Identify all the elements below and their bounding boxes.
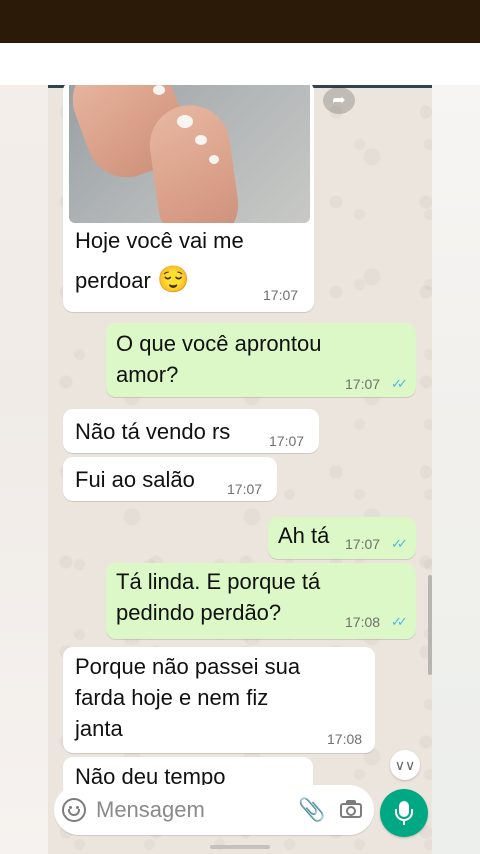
message-outgoing[interactable]: Tá linda. E porque tá pedindo perdão? 17…: [106, 563, 416, 639]
status-bar: [0, 0, 480, 43]
read-receipt-icon: ✓✓: [391, 376, 408, 391]
message-outgoing[interactable]: O que você aprontou amor? 17:07 ✓✓: [106, 323, 416, 397]
message-time: 17:07: [269, 433, 305, 449]
message-text: farda hoje e nem fiz: [75, 685, 269, 710]
message-text: Hoje você vai me: [75, 228, 244, 253]
message-text: perdoar 😌: [75, 264, 189, 296]
message-incoming-image[interactable]: Hoje você vai me perdoar 😌 17:07: [63, 85, 314, 312]
mic-stem: [403, 820, 405, 825]
message-time: 17:07: [345, 376, 381, 392]
message-text: pedindo perdão?: [116, 600, 282, 625]
message-text: O que você aprontou: [116, 331, 322, 356]
message-time: 17:08: [345, 614, 381, 630]
message-input[interactable]: [96, 797, 286, 823]
message-incoming[interactable]: Porque não passei sua farda hoje e nem f…: [63, 647, 375, 753]
photo-nail: [209, 155, 219, 164]
read-receipt-icon: ✓✓: [391, 614, 408, 629]
message-text: amor?: [116, 362, 179, 387]
message-composer: 📎: [54, 785, 374, 835]
emoji-mouth: [68, 809, 80, 816]
photo-nail: [153, 85, 165, 95]
camera-icon[interactable]: [340, 800, 362, 818]
photo-foot-shape: [144, 100, 244, 223]
message-text: Porque não passei sua: [75, 654, 301, 679]
mic-icon[interactable]: [380, 789, 428, 837]
message-time: 17:08: [327, 731, 363, 747]
message-text: Não tá vendo rs: [75, 419, 231, 444]
message-text: Fui ao salão: [75, 467, 195, 492]
photo-nail: [195, 135, 207, 145]
chat-screen: Hoje você vai me perdoar 😌 17:07 ➦ O que…: [48, 85, 432, 854]
relieved-emoji: 😌: [156, 264, 190, 294]
message-time: 17:07: [227, 481, 263, 497]
message-time: 17:07: [345, 536, 381, 552]
top-blank-area: [0, 43, 480, 85]
message-text-line: perdoar: [75, 268, 151, 293]
message-text: Tá linda. E porque tá: [116, 569, 321, 594]
scrollbar[interactable]: [428, 575, 432, 675]
message-text: janta: [75, 716, 123, 741]
camera-lens: [346, 806, 356, 816]
chevron-double-down-icon[interactable]: ∨∨: [390, 750, 420, 780]
message-time: 17:07: [263, 287, 299, 303]
message-incoming[interactable]: Não tá vendo rs 17:07: [63, 409, 319, 453]
left-background: [0, 85, 48, 854]
emoji-icon[interactable]: [62, 798, 86, 822]
paperclip-icon[interactable]: 📎: [298, 796, 325, 824]
message-text: Ah tá: [278, 523, 330, 548]
forward-icon[interactable]: ➦: [323, 87, 355, 114]
message-outgoing[interactable]: Ah tá 17:07 ✓✓: [268, 517, 416, 559]
photo-nail: [177, 115, 193, 128]
read-receipt-icon: ✓✓: [391, 536, 408, 551]
photo-thumbnail[interactable]: [69, 85, 310, 223]
home-indicator: [210, 845, 270, 849]
message-incoming[interactable]: Fui ao salão 17:07: [63, 457, 277, 501]
right-background: [432, 85, 480, 854]
